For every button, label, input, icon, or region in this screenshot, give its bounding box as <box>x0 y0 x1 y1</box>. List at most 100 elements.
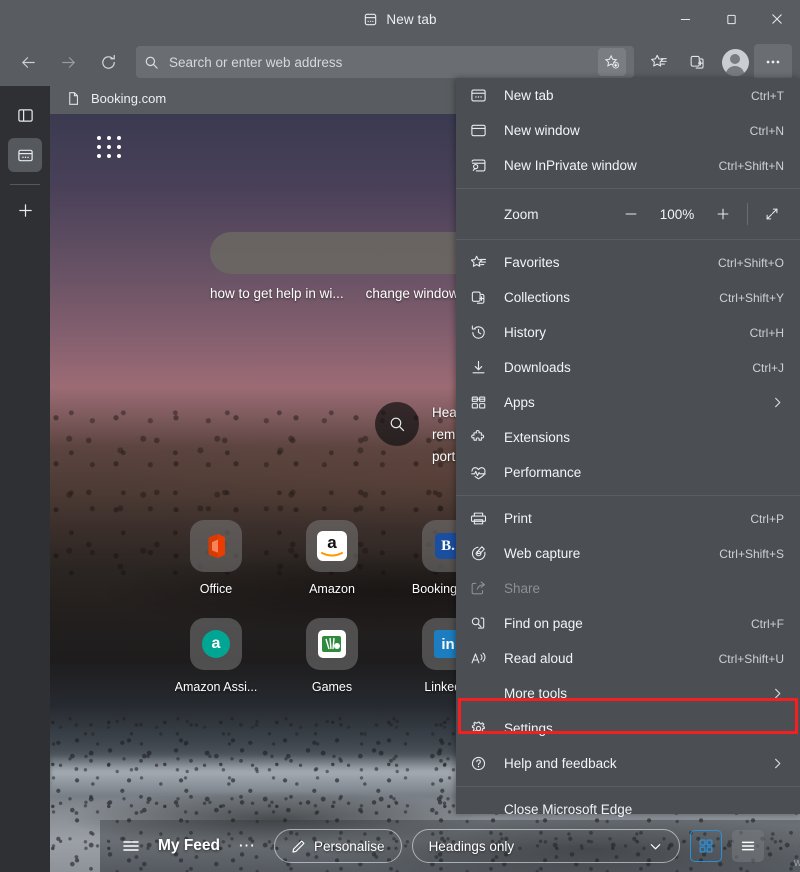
fullscreen-icon[interactable] <box>754 199 790 229</box>
menu-separator <box>456 239 800 240</box>
search-circle-icon[interactable] <box>375 402 419 446</box>
edge-main-menu: New tab Ctrl+T New window Ctrl+N New InP… <box>456 78 800 817</box>
menu-item-help-and-feedback[interactable]: Help and feedback <box>456 746 800 781</box>
hamburger-icon[interactable] <box>114 829 148 863</box>
menu-item-new-inprivate-window[interactable]: New InPrivate window Ctrl+Shift+N <box>456 148 800 183</box>
menu-item-label: More tools <box>504 686 568 701</box>
menu-item-collections[interactable]: Collections Ctrl+Shift+Y <box>456 280 800 315</box>
apps-grid-icon[interactable] <box>97 136 122 158</box>
menu-item-label: History <box>504 325 547 340</box>
zoom-out-icon[interactable] <box>613 199 649 229</box>
layout-value: Headings only <box>428 838 515 854</box>
suggestion-chip[interactable]: how to get help in wi... <box>210 286 344 301</box>
menu-item-label: New tab <box>504 88 554 103</box>
suggestion-chip[interactable]: change windows <box>366 286 466 301</box>
back-arrow-icon[interactable] <box>8 44 48 80</box>
print-icon <box>470 510 504 527</box>
minimize-icon[interactable] <box>662 0 708 38</box>
menu-item-performance[interactable]: Performance <box>456 455 800 490</box>
forward-arrow-icon[interactable] <box>48 44 88 80</box>
menu-item-extensions[interactable]: Extensions <box>456 420 800 455</box>
personalise-label: Personalise <box>314 838 385 854</box>
menu-item-new-tab[interactable]: New tab Ctrl+T <box>456 78 800 113</box>
favorites-star-list-icon[interactable] <box>640 44 678 80</box>
new-window-icon <box>470 122 504 139</box>
add-favorite-star-icon[interactable] <box>598 48 626 76</box>
feed-toolbar: My Feed ⋯ Personalise Headings only w <box>100 820 800 872</box>
apps-icon <box>470 394 504 411</box>
menu-item-accelerator: Ctrl+T <box>751 88 784 103</box>
menu-item-close-edge[interactable]: Close Microsoft Edge <box>456 792 800 827</box>
menu-zoom-row: Zoom 100% <box>456 194 800 234</box>
office-icon <box>190 520 242 572</box>
close-icon[interactable] <box>754 0 800 38</box>
menu-item-label: Help and feedback <box>504 756 617 771</box>
grid-view-icon[interactable] <box>689 830 722 862</box>
settings-gear-icon <box>470 720 504 737</box>
menu-item-print[interactable]: Print Ctrl+P <box>456 501 800 536</box>
refresh-icon[interactable] <box>88 44 128 80</box>
address-bar[interactable]: Search or enter web address <box>136 46 634 78</box>
personalise-button[interactable]: Personalise <box>274 829 402 863</box>
menu-item-label: Print <box>504 511 532 526</box>
quick-link-tile[interactable]: a Amazon Assi... <box>158 618 274 694</box>
pencil-icon <box>291 839 306 854</box>
collections-icon <box>470 289 504 306</box>
menu-item-accelerator: Ctrl+Shift+S <box>719 546 784 561</box>
menu-item-history[interactable]: History Ctrl+H <box>456 315 800 350</box>
tab-title[interactable]: Booking.com <box>91 91 166 106</box>
zoom-in-icon[interactable] <box>705 199 741 229</box>
tab-page-icon[interactable] <box>8 138 42 172</box>
help-icon <box>470 755 504 772</box>
zoom-divider <box>747 203 748 225</box>
feed-title[interactable]: My Feed <box>158 837 220 855</box>
menu-item-label: Apps <box>504 395 535 410</box>
games-cards-icon <box>306 618 358 670</box>
menu-item-accelerator: Ctrl+J <box>752 360 784 375</box>
menu-item-label: Share <box>504 581 541 596</box>
edge-browser-window: New tab Search or enter web address Book… <box>0 0 800 872</box>
chevron-down-icon <box>648 839 663 854</box>
menu-item-new-window[interactable]: New window Ctrl+N <box>456 113 800 148</box>
menu-item-label: New window <box>504 123 580 138</box>
zoom-label: Zoom <box>504 206 539 222</box>
page-title: New tab <box>386 11 437 27</box>
window-pane-icon[interactable] <box>8 98 42 132</box>
menu-item-favorites[interactable]: Favorites Ctrl+Shift+O <box>456 245 800 280</box>
menu-item-downloads[interactable]: Downloads Ctrl+J <box>456 350 800 385</box>
menu-item-accelerator: Ctrl+Shift+Y <box>719 290 784 305</box>
ellipsis-icon[interactable]: ⋯ <box>230 836 264 856</box>
maximize-icon[interactable] <box>708 0 754 38</box>
plus-icon[interactable] <box>8 193 42 227</box>
quick-link-tile[interactable]: Games <box>274 618 390 694</box>
menu-item-find-on-page[interactable]: Find on page Ctrl+F <box>456 606 800 641</box>
search-icon <box>144 55 159 70</box>
list-view-icon[interactable] <box>731 830 764 862</box>
layout-select[interactable]: Headings only <box>411 829 680 863</box>
vertical-tab-rail <box>0 86 50 872</box>
menu-item-apps[interactable]: Apps <box>456 385 800 420</box>
menu-item-accelerator: Ctrl+Shift+N <box>718 158 784 173</box>
new-tab-page-icon <box>363 12 378 27</box>
window-controls <box>662 0 800 38</box>
menu-item-accelerator: Ctrl+F <box>751 616 784 631</box>
menu-item-web-capture[interactable]: Web capture Ctrl+Shift+S <box>456 536 800 571</box>
menu-item-label: Favorites <box>504 255 560 270</box>
menu-item-more-tools[interactable]: More tools <box>456 676 800 711</box>
zoom-value: 100% <box>659 206 695 222</box>
more-ellipsis-icon[interactable] <box>754 44 792 80</box>
menu-item-label: New InPrivate window <box>504 158 637 173</box>
menu-item-label: Extensions <box>504 430 571 445</box>
quick-link-tile[interactable]: a Amazon <box>274 520 390 596</box>
collections-icon[interactable] <box>678 44 716 80</box>
performance-icon <box>470 464 504 481</box>
profile-avatar-icon[interactable] <box>716 44 754 80</box>
watermark: wqdh.com <box>793 857 800 869</box>
menu-item-accelerator: Ctrl+Shift+O <box>717 255 784 270</box>
quick-link-tile[interactable]: Office <box>158 520 274 596</box>
menu-item-share: Share <box>456 571 800 606</box>
menu-item-read-aloud[interactable]: Read aloud Ctrl+Shift+U <box>456 641 800 676</box>
menu-item-settings[interactable]: Settings <box>456 711 800 746</box>
menu-item-label: Web capture <box>504 546 581 561</box>
search-input[interactable]: Search or enter web address <box>169 55 598 70</box>
